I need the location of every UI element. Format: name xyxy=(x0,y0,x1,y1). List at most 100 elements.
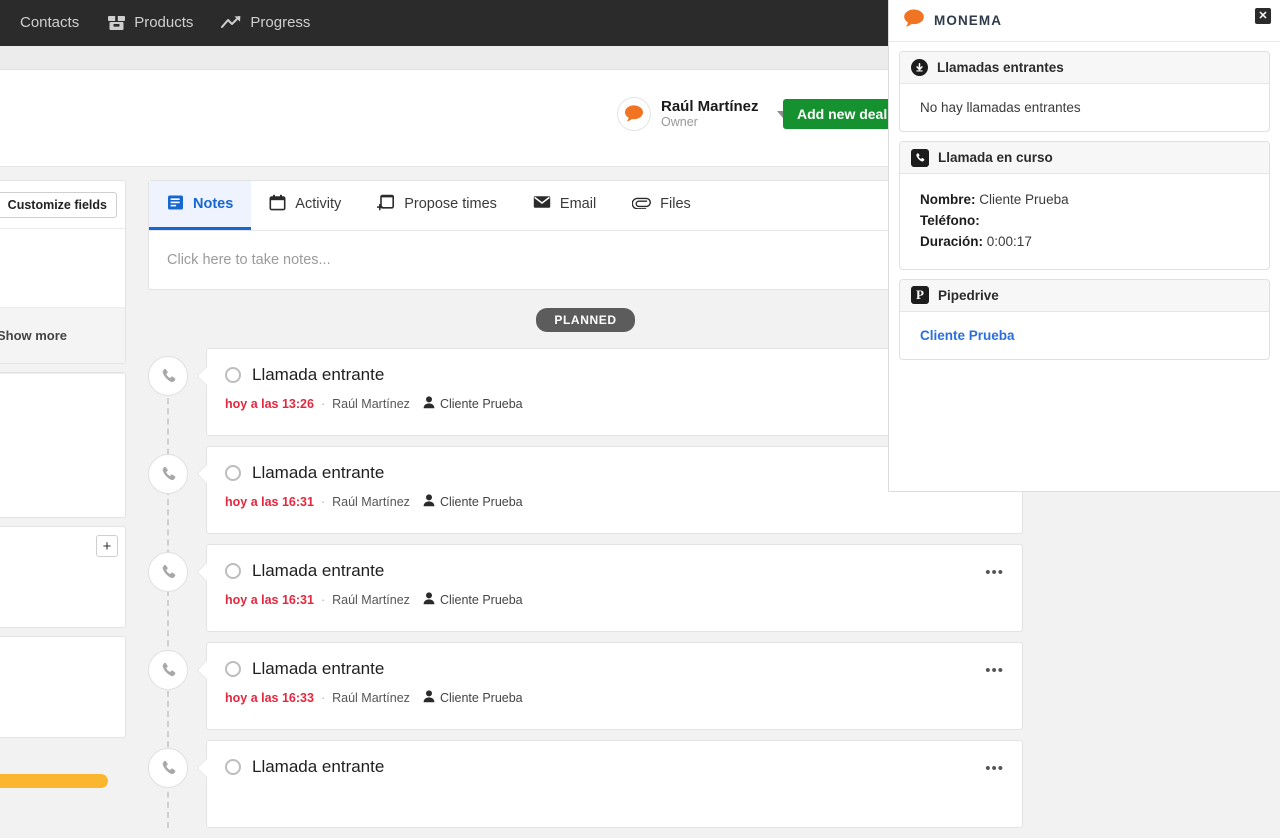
activity-person[interactable]: Cliente Prueba xyxy=(423,592,523,608)
nav-item-contacts[interactable]: Contacts xyxy=(6,0,93,46)
tab-activity-label: Activity xyxy=(295,196,341,212)
current-call-body: Nombre: Cliente Prueba Teléfono: Duració… xyxy=(900,174,1269,269)
nav-item-products[interactable]: Products xyxy=(93,0,207,46)
sidebar-card-details-header: Customize fields xyxy=(0,181,125,229)
nav-item-progress-label: Progress xyxy=(250,0,310,46)
activity-separator: · xyxy=(321,495,325,509)
owner-role: Owner xyxy=(661,115,759,129)
tab-propose-times-label: Propose times xyxy=(404,196,497,212)
activity-person-label: Cliente Prueba xyxy=(440,397,523,411)
activity-title: Llamada entrante xyxy=(252,757,384,777)
pipedrive-title: Pipedrive xyxy=(938,288,999,303)
tab-activity[interactable]: Activity xyxy=(251,181,359,230)
nav-item-progress[interactable]: Progress xyxy=(207,0,324,46)
download-arrow-icon xyxy=(911,59,928,76)
activity-card[interactable]: ••• Llamada entrante hoy a las 16:31 · R… xyxy=(206,544,1023,632)
person-icon xyxy=(423,592,435,608)
person-icon xyxy=(423,396,435,412)
customize-fields-button[interactable]: Customize fields xyxy=(0,192,117,218)
pipedrive-card: P Pipedrive Cliente Prueba xyxy=(899,279,1270,360)
phone-icon xyxy=(148,356,188,396)
activity-complete-checkbox[interactable] xyxy=(225,563,241,579)
tab-files-label: Files xyxy=(660,196,691,212)
current-call-title: Llamada en curso xyxy=(938,150,1053,165)
activity-person-label: Cliente Prueba xyxy=(440,691,523,705)
phone-icon xyxy=(148,748,188,788)
activity-complete-checkbox[interactable] xyxy=(225,465,241,481)
current-call-header: Llamada en curso xyxy=(900,142,1269,174)
current-call-card: Llamada en curso Nombre: Cliente Prueba … xyxy=(899,141,1270,270)
nav-item-products-label: Products xyxy=(134,0,193,46)
tab-notes-label: Notes xyxy=(193,196,233,212)
sidebar-card-person xyxy=(0,372,126,518)
tab-email[interactable]: Email xyxy=(515,181,614,230)
close-icon[interactable]: ✕ xyxy=(1255,8,1271,24)
tab-email-label: Email xyxy=(560,196,596,212)
pipedrive-icon: P xyxy=(911,286,929,304)
sidebar-card-participants: + xyxy=(0,526,126,628)
tab-files[interactable]: Files xyxy=(614,181,709,230)
sidebar-card-followers xyxy=(0,636,126,738)
current-call-duration-row: Duración: 0:00:17 xyxy=(920,232,1255,253)
activity-more-menu[interactable]: ••• xyxy=(985,663,1004,678)
progress-bar-yellow xyxy=(0,774,108,788)
activity-more-menu[interactable]: ••• xyxy=(985,565,1004,580)
monema-title: MONEMA xyxy=(934,13,1002,28)
show-more-button[interactable]: Show more xyxy=(0,307,125,363)
add-participant-button[interactable]: + xyxy=(96,535,118,557)
incoming-calls-title: Llamadas entrantes xyxy=(937,60,1064,75)
deal-sidebar: Customize fields Show more + xyxy=(0,180,126,746)
activity-complete-checkbox[interactable] xyxy=(225,367,241,383)
tab-notes[interactable]: Notes xyxy=(149,181,251,230)
person-icon xyxy=(423,690,435,706)
box-icon xyxy=(107,14,126,32)
activity-person[interactable]: Cliente Prueba xyxy=(423,494,523,510)
activity-row: ••• Llamada entrante xyxy=(148,740,1023,828)
incoming-calls-header: Llamadas entrantes xyxy=(900,52,1269,84)
phone-icon xyxy=(911,149,929,167)
activity-separator: · xyxy=(321,691,325,705)
calendar-plus-icon xyxy=(377,193,395,215)
add-new-deal-button[interactable]: Add new deal xyxy=(783,99,901,129)
activity-owner: Raúl Martínez xyxy=(332,691,410,705)
activity-person[interactable]: Cliente Prueba xyxy=(423,396,523,412)
activity-card[interactable]: ••• Llamada entrante xyxy=(206,740,1023,828)
activity-complete-checkbox[interactable] xyxy=(225,759,241,775)
current-call-duration-label: Duración: xyxy=(920,234,983,249)
person-icon xyxy=(423,494,435,510)
activity-owner: Raúl Martínez xyxy=(332,593,410,607)
paperclip-icon xyxy=(632,195,651,213)
activity-person[interactable]: Cliente Prueba xyxy=(423,690,523,706)
pipedrive-body: Cliente Prueba xyxy=(900,312,1269,359)
owner-selector[interactable]: Raúl Martínez Owner xyxy=(617,97,789,131)
pipedrive-contact-link[interactable]: Cliente Prueba xyxy=(914,328,1015,343)
pipedrive-header: P Pipedrive xyxy=(900,280,1269,312)
envelope-icon xyxy=(533,195,551,213)
current-call-name-row: Nombre: Cliente Prueba xyxy=(920,190,1255,211)
sidebar-card-person-body-2 xyxy=(0,445,125,517)
activity-title: Llamada entrante xyxy=(252,463,384,483)
calendar-icon xyxy=(269,194,286,215)
activity-owner: Raúl Martínez xyxy=(332,495,410,509)
sidebar-card-details: Customize fields Show more xyxy=(0,180,126,364)
activity-time: hoy a las 16:31 xyxy=(225,593,314,607)
monema-panel: MONEMA ✕ Llamadas entrantes No hay llama… xyxy=(888,0,1280,492)
monema-logo-icon xyxy=(903,8,925,33)
current-call-phone-row: Teléfono: xyxy=(920,211,1255,232)
sidebar-card-details-body xyxy=(0,229,125,307)
activity-separator: · xyxy=(321,397,325,411)
phone-icon xyxy=(148,650,188,690)
incoming-calls-card: Llamadas entrantes No hay llamadas entra… xyxy=(899,51,1270,132)
trend-up-icon xyxy=(221,15,242,31)
activity-person-label: Cliente Prueba xyxy=(440,593,523,607)
activity-complete-checkbox[interactable] xyxy=(225,661,241,677)
tab-propose-times[interactable]: Propose times xyxy=(359,181,515,230)
activity-time: hoy a las 13:26 xyxy=(225,397,314,411)
nav-item-contacts-label: Contacts xyxy=(20,0,79,46)
status-badge: PLANNED xyxy=(536,308,634,332)
activity-card[interactable]: ••• Llamada entrante hoy a las 16:33 · R… xyxy=(206,642,1023,730)
activity-more-menu[interactable]: ••• xyxy=(985,761,1004,776)
activity-separator: · xyxy=(321,593,325,607)
sidebar-card-person-body xyxy=(0,373,125,445)
current-call-name-value: Cliente Prueba xyxy=(979,192,1068,207)
